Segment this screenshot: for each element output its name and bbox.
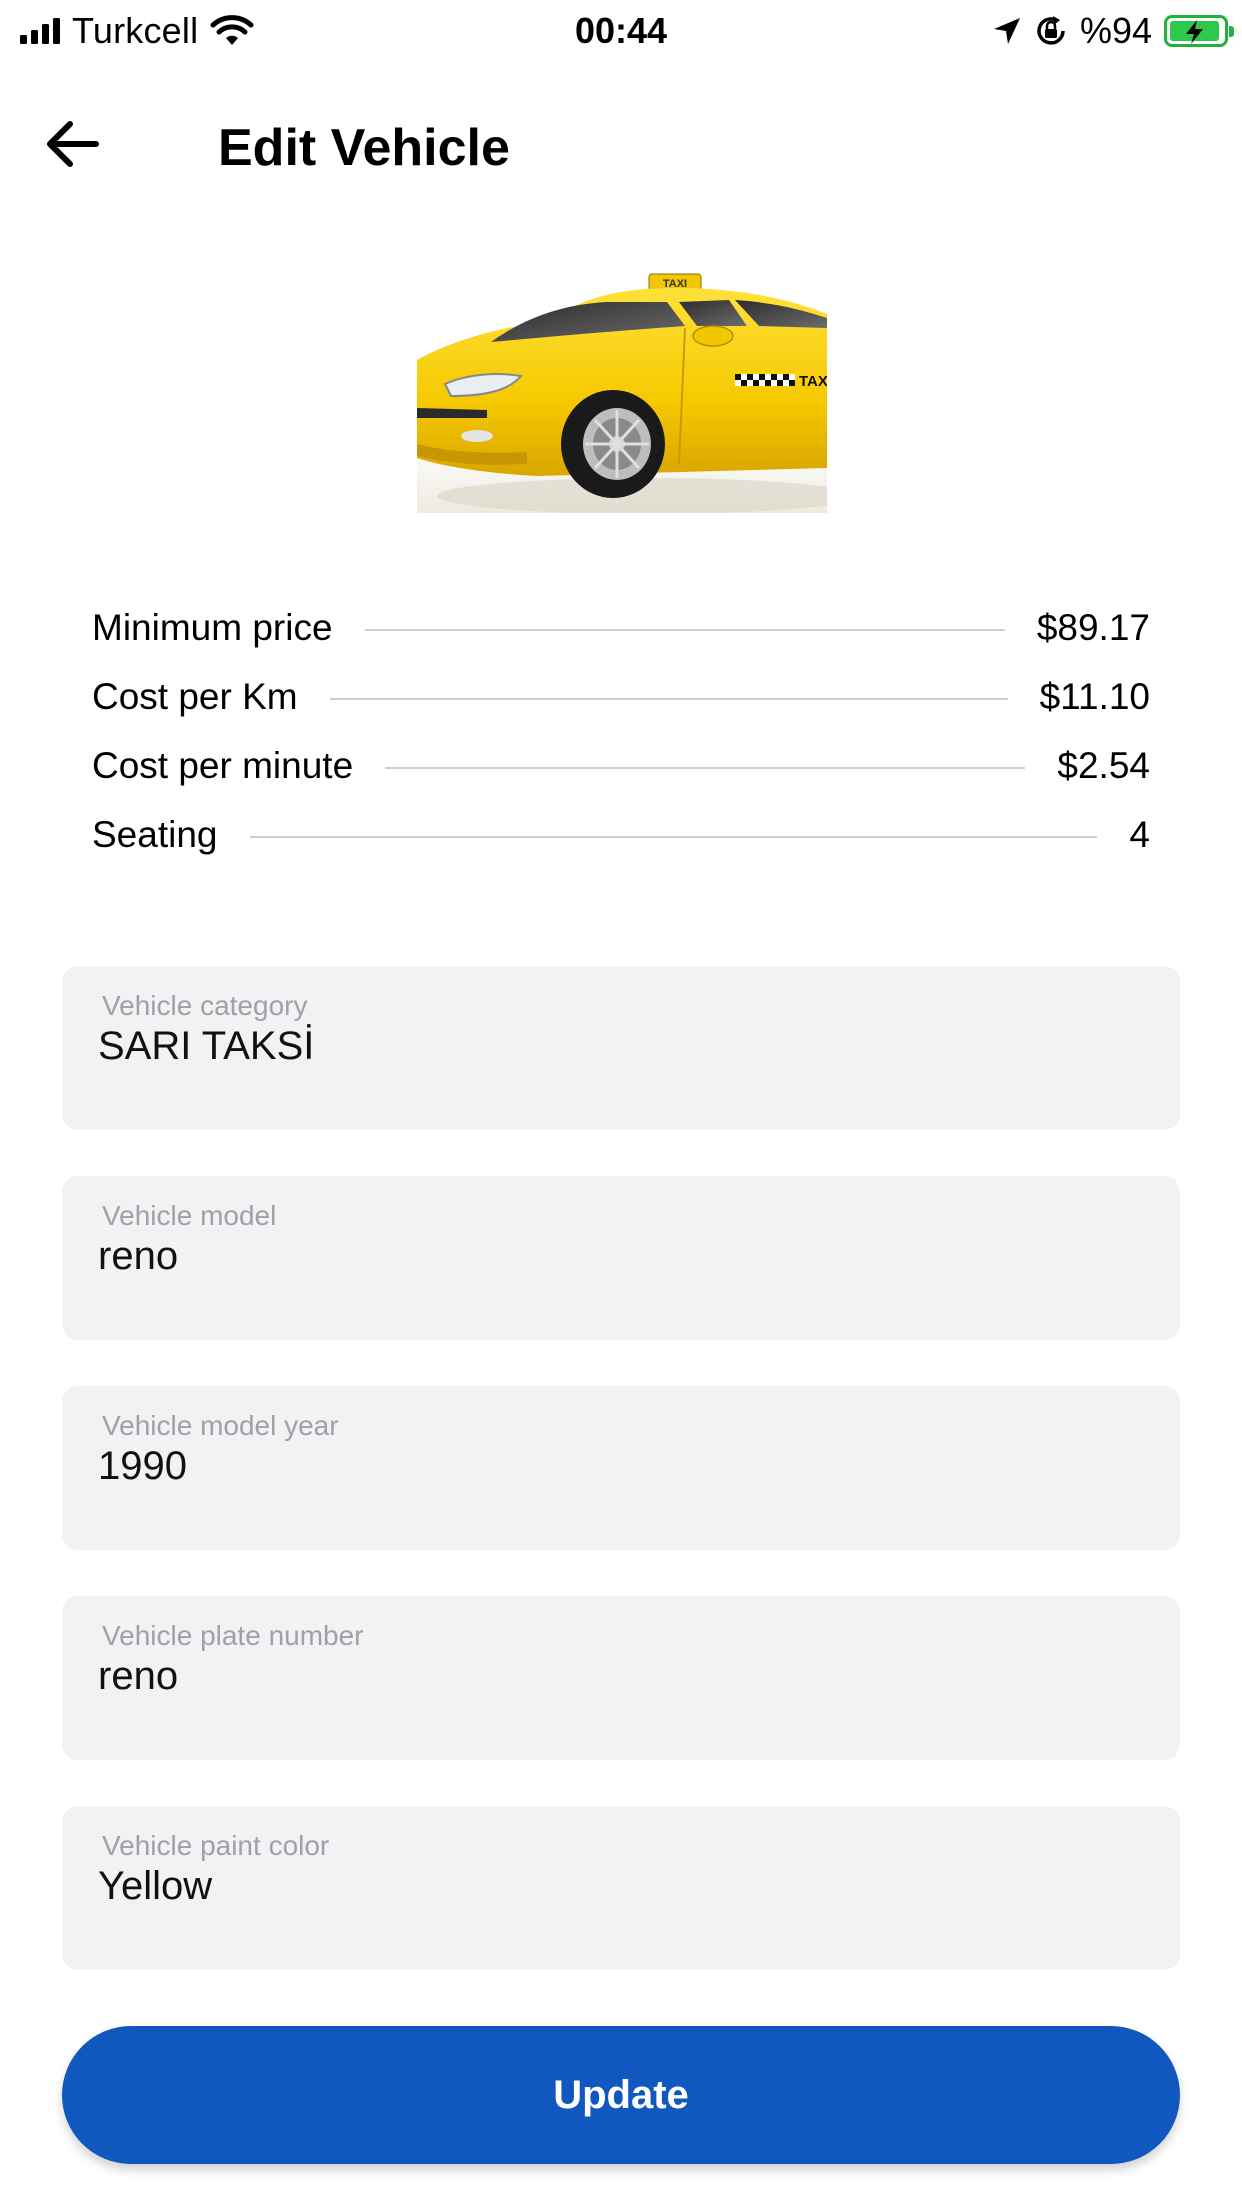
field-value: 1990 <box>98 1444 187 1488</box>
update-button[interactable]: Update <box>62 2026 1180 2164</box>
field-label: Vehicle category <box>102 990 308 1021</box>
field-value: SARI TAKSİ <box>98 1024 315 1068</box>
pricing-label: Minimum price <box>92 607 333 648</box>
pricing-value: $89.17 <box>1036 607 1150 648</box>
pricing-label: Seating <box>92 814 218 855</box>
pricing-divider <box>364 629 1005 631</box>
pricing-value: $2.54 <box>1057 745 1150 786</box>
field-label: Vehicle model year <box>102 1410 339 1441</box>
field-value: reno <box>98 1234 179 1278</box>
field-label: Vehicle plate number <box>102 1620 364 1651</box>
vehicle-model-field[interactable]: Vehicle model reno <box>62 1176 1180 1340</box>
vehicle-model-year-field[interactable]: Vehicle model year 1990 <box>62 1386 1180 1550</box>
battery-percent: %94 <box>1079 10 1152 51</box>
status-bar-right: %94 <box>992 8 1234 54</box>
pricing-row-cost-per-minute: Cost per minute $2.54 <box>92 742 1150 790</box>
status-bar: Turkcell 00:44 %94 <box>0 0 1242 62</box>
taxi-car-illustration: TAXI TAX <box>417 273 827 513</box>
field-label: Vehicle model <box>102 1200 277 1231</box>
orientation-lock-icon <box>1037 16 1065 45</box>
vehicle-paint-color-field[interactable]: Vehicle paint color Yellow <box>62 1806 1180 1970</box>
pricing-value: $11.10 <box>1039 676 1150 717</box>
pricing-label: Cost per Km <box>92 676 298 717</box>
vehicle-image: TAXI TAX <box>417 268 827 513</box>
arrow-left-icon <box>47 121 99 167</box>
back-button[interactable] <box>40 112 104 176</box>
pricing-divider <box>385 767 1026 769</box>
battery-charging-icon <box>1164 15 1234 47</box>
pricing-row-seating: Seating 4 <box>92 811 1150 859</box>
pricing-row-minimum-price: Minimum price $89.17 <box>92 604 1150 652</box>
pricing-row-cost-per-km: Cost per Km $11.10 <box>92 673 1150 721</box>
pricing-value: 4 <box>1129 814 1150 855</box>
vehicle-plate-number-field[interactable]: Vehicle plate number reno <box>62 1596 1180 1760</box>
pricing-divider <box>249 836 1098 838</box>
field-value: reno <box>98 1654 179 1698</box>
pricing-divider <box>329 698 1008 700</box>
field-label: Vehicle paint color <box>102 1830 330 1861</box>
door-text: TAX <box>799 373 827 390</box>
page-title: Edit Vehicle <box>218 119 510 177</box>
location-arrow-icon <box>993 18 1020 44</box>
checker-stripe <box>735 374 795 386</box>
field-value: Yellow <box>98 1864 213 1908</box>
pricing-label: Cost per minute <box>92 745 354 786</box>
vehicle-category-field[interactable]: Vehicle category SARI TAKSİ <box>62 966 1180 1130</box>
